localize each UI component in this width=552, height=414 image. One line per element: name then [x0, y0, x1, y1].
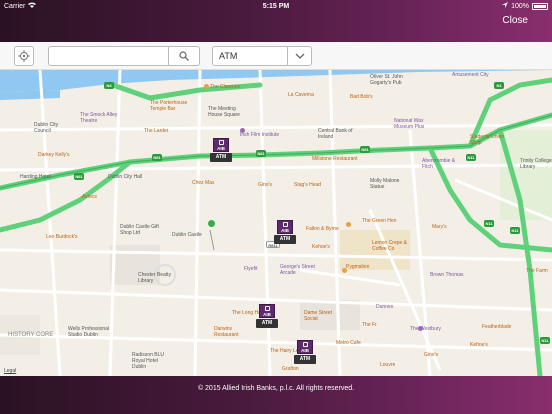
- atm-tag: ATM: [274, 235, 296, 244]
- aib-logo: AIB: [297, 340, 313, 354]
- road-shield: N1: [494, 82, 504, 89]
- poi-label: Molly Malone Statue: [370, 178, 400, 190]
- poi-label: Brown Thomas: [430, 272, 464, 278]
- atm-marker[interactable]: AIB ATM: [256, 304, 278, 330]
- search-button[interactable]: [168, 46, 200, 66]
- atm-tag: ATM: [210, 153, 232, 162]
- poi-label: The Meeting House Square: [208, 106, 240, 118]
- poi-label: Dunnes: [376, 304, 394, 310]
- poi-label: Dublin Castle: [172, 232, 202, 238]
- poi-label: Kehoe's: [470, 342, 488, 348]
- poi-marker[interactable]: [342, 268, 347, 273]
- poi-label: Irish Film Institute: [240, 132, 280, 138]
- chevron-down-icon: [287, 47, 311, 65]
- poi-label: Oliver St. John Gogarty's Pub: [370, 74, 403, 86]
- search-input[interactable]: [48, 46, 168, 66]
- road-shield: N11: [540, 337, 550, 344]
- poi-label: The Farm: [526, 268, 548, 274]
- locate-me-button[interactable]: [14, 46, 34, 66]
- footer: © 2015 Allied Irish Banks, p.l.c. All ri…: [0, 376, 552, 414]
- location-type-value: ATM: [219, 51, 238, 61]
- road-shield: N81: [152, 154, 162, 161]
- status-bar: Carrier 5:15 PM 100%: [0, 0, 552, 12]
- road-shield: N81: [360, 146, 370, 153]
- battery-icon: [532, 2, 548, 10]
- poi-label: Flyefit: [244, 266, 258, 272]
- poi-label: Gino's: [258, 182, 273, 188]
- poi-label: Chez Max: [192, 180, 215, 186]
- poi-label: Mary's: [432, 224, 447, 230]
- poi-label: Aztecs: [82, 194, 98, 200]
- poi-label: Millstone Restaurant: [312, 156, 358, 162]
- poi-label: Harding Hotel: [20, 174, 51, 180]
- poi-label: Dame Street Social: [304, 310, 333, 322]
- poi-label: Featherblade: [482, 324, 512, 330]
- poi-label: The Fr: [362, 322, 377, 328]
- poi-label: Gino's: [424, 352, 439, 358]
- poi-label: Darwins Restaurant: [214, 326, 239, 338]
- district-label: HISTORY CORE: [8, 332, 54, 338]
- atm-tag: ATM: [294, 355, 316, 364]
- road-shield: N81: [256, 150, 266, 157]
- poi-label: Kehoe's: [312, 244, 330, 250]
- poi-label: Amusement City: [452, 72, 489, 78]
- crosshair-icon: [18, 50, 30, 62]
- poi-label: The Larder: [144, 128, 169, 134]
- map-view[interactable]: N4 N81 N81 N81 N81 R811 N11 N11 N11 N11 …: [0, 70, 552, 376]
- poi-label: La Caverna: [288, 92, 314, 98]
- poi-label: The Green Hen: [362, 218, 397, 224]
- poi-label: Leo Burdock's: [46, 234, 78, 240]
- poi-marker[interactable]: [240, 128, 245, 133]
- poi-marker[interactable]: [204, 84, 209, 89]
- poi-label: Lemon Crepe & Coffee Co: [372, 240, 408, 252]
- road-shield: N4: [104, 82, 114, 89]
- status-time: 5:15 PM: [262, 2, 290, 10]
- poi-label: Radisson BLU Royal Hotel Dublin: [132, 352, 164, 370]
- road-shield: N11: [510, 227, 520, 234]
- poi-label: Grafton: [282, 366, 299, 372]
- atm-tag: ATM: [256, 319, 278, 328]
- poi-label: George's Street Arcade: [280, 264, 315, 276]
- road-shield: N11: [484, 220, 494, 227]
- location-type-select[interactable]: ATM: [212, 46, 312, 66]
- poi-label: The Porterhouse Temple Bar: [150, 100, 188, 112]
- poi-marker[interactable]: [418, 326, 423, 331]
- poi-label: Fallon & Byrne: [306, 226, 339, 232]
- poi-label: Darkey Kelly's: [38, 152, 70, 158]
- road-shield: N11: [466, 154, 476, 161]
- poi-label: Stag's Head: [294, 182, 322, 188]
- poi-label: Wells Professional Studio Dublin: [68, 326, 110, 338]
- poi-label: Central Bank of Ireland: [318, 128, 353, 140]
- poi-label: The Westbury: [410, 326, 442, 332]
- search-icon: [179, 51, 189, 61]
- poi-label: Louvre: [380, 362, 396, 368]
- poi-label: Metro Cafe: [336, 340, 361, 346]
- search-toolbar: ATM: [0, 42, 552, 70]
- atm-marker[interactable]: AIB ATM: [294, 340, 316, 366]
- copyright-text: © 2015 Allied Irish Banks, p.l.c. All ri…: [197, 385, 355, 392]
- aib-logo: AIB: [277, 220, 293, 234]
- poi-label: Bad Bob's: [350, 94, 373, 100]
- poi-label: Dublin Castle Gift Shop Ltd: [120, 224, 159, 236]
- poi-label: Pygmalion: [346, 264, 370, 270]
- poi-label: National Wax Museum Plus: [394, 118, 425, 130]
- poi-label: Trinity College Library: [520, 158, 552, 170]
- poi-label: Students Union Shop: [470, 134, 505, 146]
- atm-marker[interactable]: AIB ATM: [210, 138, 232, 164]
- current-location-pin[interactable]: [208, 220, 215, 227]
- aib-logo: AIB: [213, 138, 229, 152]
- poi-label: Dublin City Hall: [108, 174, 143, 180]
- poi-label: Abercrombie & Fitch: [422, 158, 456, 170]
- poi-marker[interactable]: [346, 222, 351, 227]
- poi-label: The Clarence: [210, 84, 241, 90]
- close-button[interactable]: Close: [502, 15, 528, 26]
- aib-logo: AIB: [259, 304, 275, 318]
- legal-link[interactable]: Legal: [4, 368, 16, 374]
- poi-label: Chester Beatty Library: [138, 272, 172, 284]
- poi-label: The Smock Alley Theatre: [80, 112, 118, 124]
- road-shield: N81: [74, 173, 84, 180]
- atm-marker[interactable]: AIB ATM: [274, 220, 296, 246]
- poi-label: Dublin City Council: [34, 122, 59, 134]
